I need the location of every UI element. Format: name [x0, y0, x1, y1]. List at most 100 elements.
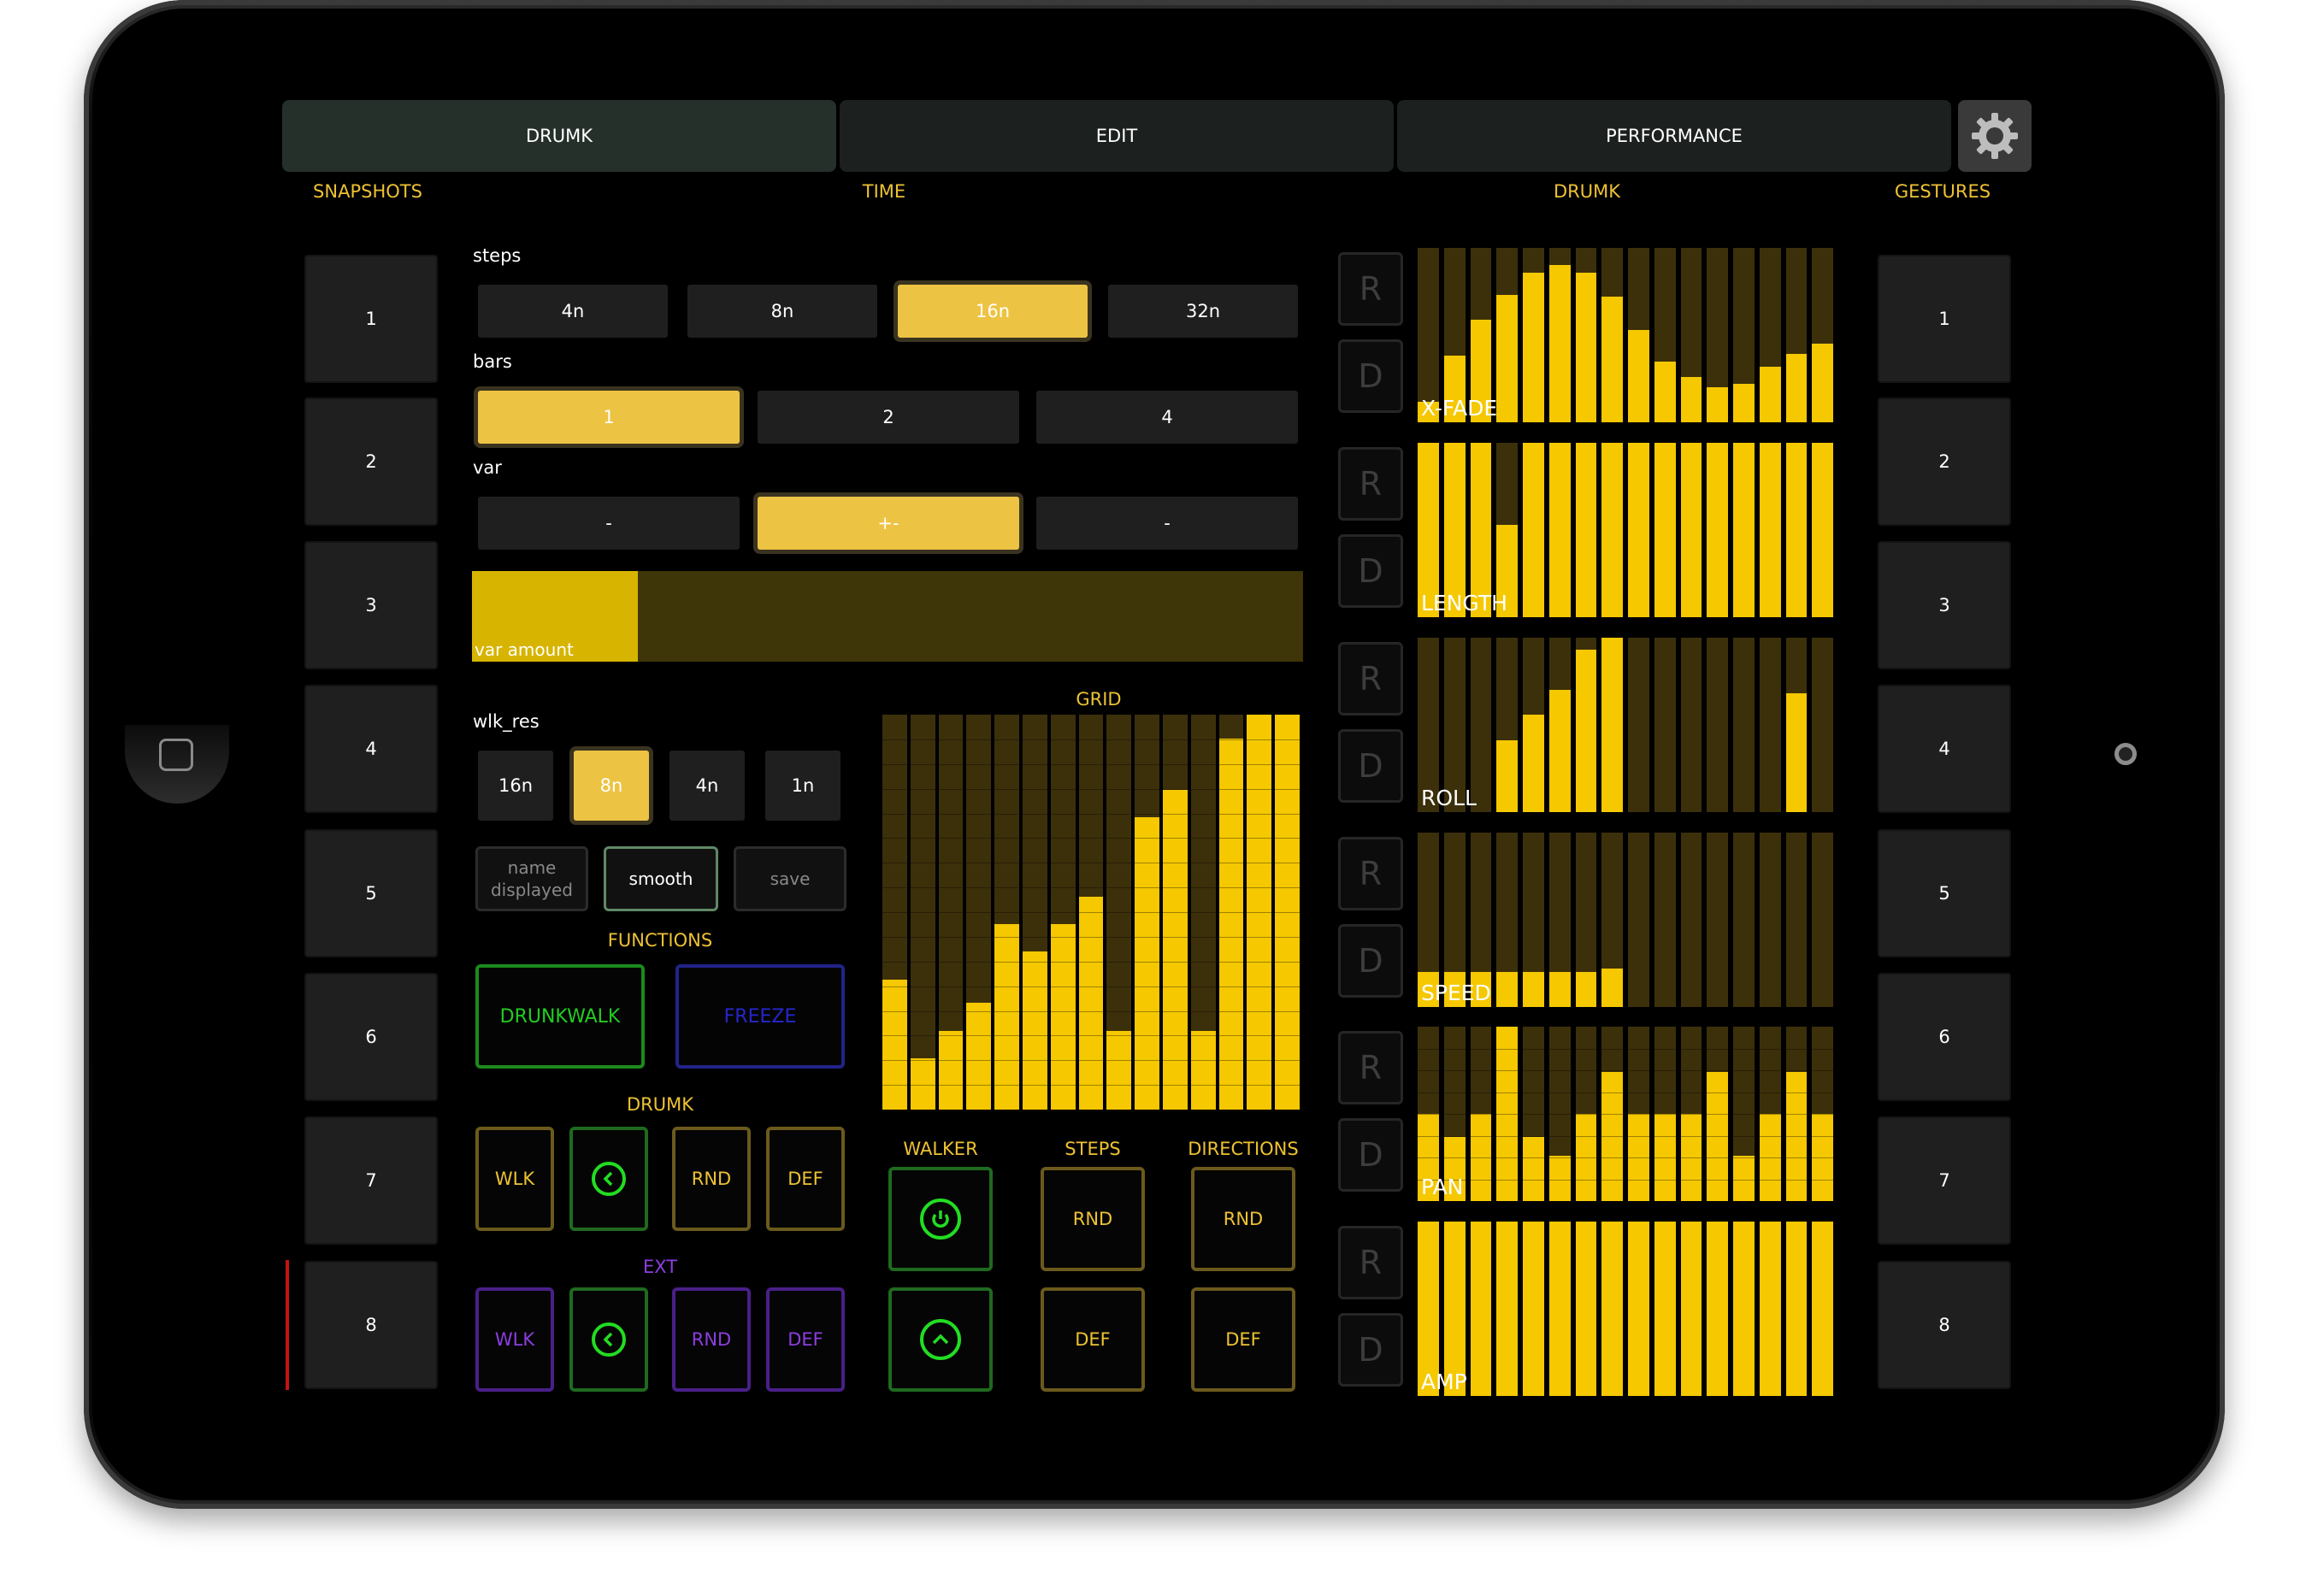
record-button[interactable]: R	[1338, 1031, 1403, 1104]
multislider-speed[interactable]: SPEED	[1418, 833, 1838, 1007]
default-button[interactable]: D	[1338, 924, 1403, 998]
multislider-label: X-FADE	[1421, 396, 1498, 421]
grid-line	[882, 961, 1303, 963]
slider-bar	[1680, 1222, 1702, 1396]
drumk-wlk-button[interactable]: WLK	[475, 1127, 554, 1231]
wlk-res-1n[interactable]: 1n	[765, 751, 840, 821]
slider-bar	[1548, 972, 1571, 1007]
record-button[interactable]: R	[1338, 447, 1403, 521]
gesture-pad[interactable]: 7	[1878, 1116, 2011, 1245]
tab-performance[interactable]: PERFORMANCE	[1397, 100, 1951, 172]
slider-bar	[1707, 443, 1728, 617]
var-option-plusminus[interactable]: +-	[758, 497, 1019, 550]
snapshot-pad[interactable]: 8	[304, 1261, 438, 1389]
gesture-pad[interactable]: 6	[1878, 973, 2011, 1101]
wlk-res-8n[interactable]: 8n	[574, 751, 649, 821]
walker-power-button[interactable]	[888, 1167, 993, 1271]
steps-option-16n[interactable]: 16n	[898, 285, 1088, 338]
grid-bar	[1106, 1030, 1132, 1110]
multislider-amp[interactable]: AMP	[1418, 1222, 1838, 1396]
steps-option-8n[interactable]: 8n	[687, 285, 877, 338]
walker-up-button[interactable]	[888, 1287, 993, 1392]
snapshot-pad[interactable]: 4	[304, 685, 438, 813]
slider-column-bg	[1680, 833, 1702, 1007]
default-button[interactable]: D	[1338, 1313, 1403, 1387]
save-button[interactable]: save	[734, 846, 846, 911]
slider-column-bg	[1707, 833, 1728, 1007]
snapshot-pad[interactable]: 7	[304, 1116, 438, 1245]
drunkwalk-button[interactable]: DRUNKWALK	[475, 964, 645, 1069]
freeze-button[interactable]: FREEZE	[675, 964, 845, 1069]
var-label: var	[473, 457, 502, 478]
ext-back-button[interactable]	[569, 1287, 648, 1392]
steps-option-32n[interactable]: 32n	[1108, 285, 1298, 338]
steps-rnd-button[interactable]: RND	[1041, 1167, 1145, 1271]
var-option-minus[interactable]: -	[478, 497, 740, 550]
multislider-pan[interactable]: PAN	[1418, 1027, 1838, 1201]
multislider-x-fade[interactable]: X-FADE	[1418, 248, 1838, 422]
steps-def-button[interactable]: DEF	[1041, 1287, 1145, 1392]
grid-title: GRID	[1076, 689, 1122, 710]
snapshot-pad[interactable]: 2	[304, 398, 438, 526]
slider-bar	[1548, 443, 1571, 617]
gesture-pad[interactable]: 2	[1878, 398, 2011, 526]
slider-bar	[1733, 1155, 1755, 1201]
gesture-pad[interactable]: 8	[1878, 1261, 2011, 1389]
var-option-minus-2[interactable]: -	[1036, 497, 1298, 550]
slider-column-bg	[1733, 833, 1755, 1007]
slider-bar	[1759, 1222, 1781, 1396]
gesture-pad[interactable]: 1	[1878, 255, 2011, 383]
pan-grid-line	[1418, 1070, 1838, 1071]
multislider-length[interactable]: LENGTH	[1418, 443, 1838, 617]
snapshot-pad[interactable]: 5	[304, 829, 438, 957]
bars-option-2[interactable]: 2	[758, 391, 1019, 444]
name-displayed-field[interactable]: name displayed	[475, 846, 588, 911]
drumk-back-button[interactable]	[569, 1127, 648, 1231]
gesture-pad[interactable]: 5	[1878, 829, 2011, 957]
directions-def-button[interactable]: DEF	[1191, 1287, 1295, 1392]
snapshot-pad[interactable]: 3	[304, 541, 438, 669]
slider-bar	[1628, 443, 1649, 617]
grid-bar	[1078, 896, 1104, 1110]
multislider-label: AMP	[1421, 1369, 1467, 1394]
var-amount-slider[interactable]: var amount	[472, 571, 1303, 662]
drumk-def-button[interactable]: DEF	[766, 1127, 845, 1231]
wlk-res-16n[interactable]: 16n	[478, 751, 553, 821]
steps-option-4n[interactable]: 4n	[478, 285, 668, 338]
wlk-res-4n[interactable]: 4n	[669, 751, 745, 821]
directions-rnd-button[interactable]: RND	[1191, 1167, 1295, 1271]
default-button[interactable]: D	[1338, 1118, 1403, 1192]
grid-bar	[1218, 738, 1244, 1110]
var-amount-label: var amount	[475, 639, 574, 660]
record-button[interactable]: R	[1338, 1226, 1403, 1299]
smooth-button[interactable]: smooth	[604, 846, 718, 911]
ext-wlk-button[interactable]: WLK	[475, 1287, 554, 1392]
drumk-group-title: DRUMK	[626, 1094, 694, 1115]
multislider-roll[interactable]: ROLL	[1418, 638, 1838, 812]
slider-bar	[1812, 1222, 1833, 1396]
drumk-rnd-button[interactable]: RND	[672, 1127, 751, 1231]
snapshot-pad[interactable]: 6	[304, 973, 438, 1101]
default-button[interactable]: D	[1338, 729, 1403, 803]
record-button[interactable]: R	[1338, 252, 1403, 326]
tab-drumk[interactable]: DRUMK	[282, 100, 836, 172]
tab-edit[interactable]: EDIT	[840, 100, 1394, 172]
gesture-pad[interactable]: 4	[1878, 685, 2011, 813]
slider-column-bg	[1785, 833, 1808, 1007]
bars-option-4[interactable]: 4	[1036, 391, 1298, 444]
slider-column-bg	[1759, 638, 1781, 812]
ext-def-button[interactable]: DEF	[766, 1287, 845, 1392]
snapshot-pad[interactable]: 1	[304, 255, 438, 383]
gesture-pad[interactable]: 3	[1878, 541, 2011, 669]
grid-line	[882, 788, 1303, 790]
grid-multislider[interactable]	[882, 715, 1303, 1110]
settings-button[interactable]	[1958, 100, 2032, 172]
slider-bar	[1680, 376, 1702, 422]
default-button[interactable]: D	[1338, 339, 1403, 413]
default-button[interactable]: D	[1338, 534, 1403, 608]
slider-bar	[1601, 443, 1623, 617]
record-button[interactable]: R	[1338, 837, 1403, 910]
bars-option-1[interactable]: 1	[478, 391, 740, 444]
ext-rnd-button[interactable]: RND	[672, 1287, 751, 1392]
record-button[interactable]: R	[1338, 642, 1403, 716]
